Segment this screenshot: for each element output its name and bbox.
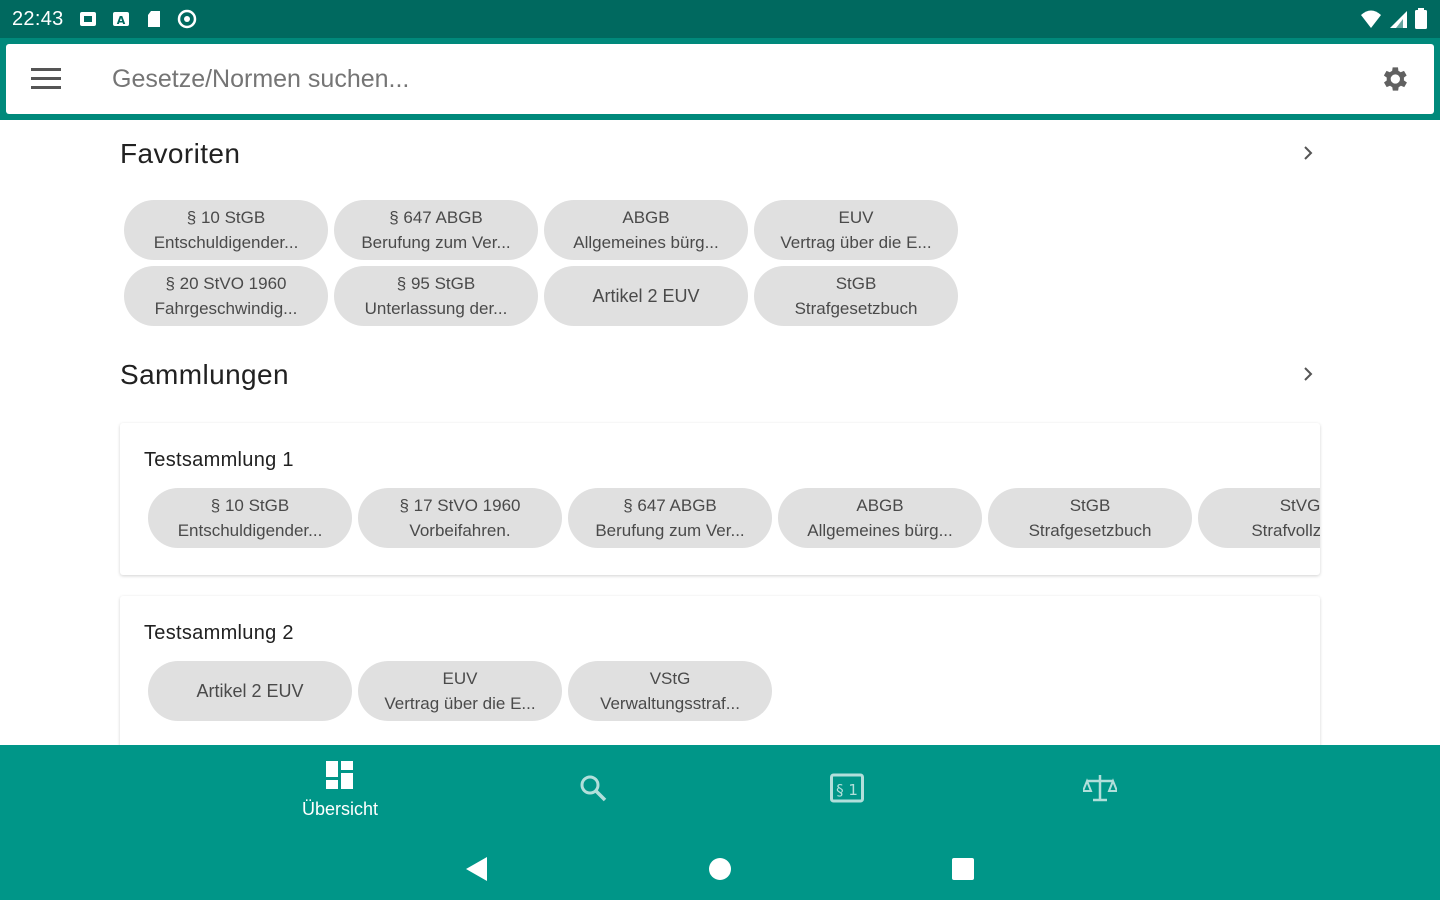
search-input[interactable]: Gesetze/Normen suchen... <box>112 65 1354 94</box>
favorite-chip[interactable]: § 20 StVO 1960 Fahrgeschwindig... <box>124 266 328 326</box>
favorite-chip[interactable]: § 10 StGB Entschuldigender... <box>124 200 328 260</box>
collection-chip[interactable]: Artikel 2 EUV <box>148 661 352 721</box>
back-icon[interactable] <box>456 849 496 889</box>
search-icon <box>578 773 608 808</box>
nav-item-paragraphs[interactable]: § 1 <box>787 745 907 835</box>
search-toolbar: Gesetze/Normen suchen... <box>0 38 1440 120</box>
favorite-chip[interactable]: ABGB Allgemeines bürg... <box>544 200 748 260</box>
notification-a-icon: A <box>111 9 131 29</box>
system-navigation <box>0 835 1440 900</box>
favorite-chip[interactable]: § 647 ABGB Berufung zum Ver... <box>334 200 538 260</box>
recents-icon[interactable] <box>943 849 983 889</box>
sd-card-icon <box>144 9 164 29</box>
battery-icon <box>1414 8 1428 35</box>
svg-text:A: A <box>116 14 125 27</box>
search-box[interactable]: Gesetze/Normen suchen... <box>6 44 1434 114</box>
favorite-chip[interactable]: EUV Vertrag über die E... <box>754 200 958 260</box>
favorite-chip[interactable]: Artikel 2 EUV <box>544 266 748 326</box>
collection-chip[interactable]: StVG Strafvollzugs <box>1198 488 1320 548</box>
nav-item-search[interactable] <box>533 745 653 835</box>
favorite-chip[interactable]: § 95 StGB Unterlassung der... <box>334 266 538 326</box>
collection-chip[interactable]: § 647 ABGB Berufung zum Ver... <box>568 488 772 548</box>
gear-icon[interactable] <box>1354 44 1434 114</box>
collection-title: Testsammlung 1 <box>144 449 294 471</box>
collections-title: Sammlungen <box>120 359 289 390</box>
favorite-chip[interactable]: StGB Strafgesetzbuch <box>754 266 958 326</box>
wifi-icon <box>1360 9 1382 34</box>
paragraph-book-icon: § 1 <box>830 773 864 808</box>
collection-chip[interactable]: § 17 StVO 1960 Vorbeifahren. <box>358 488 562 548</box>
signal-icon <box>1388 9 1408 34</box>
collection-card[interactable]: Testsammlung 1 § 10 StGB Entschuldigende… <box>120 423 1320 575</box>
collection-chip[interactable]: StGB Strafgesetzbuch <box>988 488 1192 548</box>
collection-title: Testsammlung 2 <box>144 622 294 644</box>
scales-icon <box>1081 773 1119 808</box>
favorites-title: Favoriten <box>120 138 241 169</box>
nav-label-overview: Übersicht <box>301 799 379 819</box>
collection-chip[interactable]: VStG Verwaltungsstraf... <box>568 661 772 721</box>
chevron-right-icon[interactable] <box>1296 362 1320 388</box>
bottom-navigation: Übersicht § 1 <box>0 745 1440 835</box>
sync-icon <box>177 9 197 29</box>
collection-chip[interactable]: EUV Vertrag über die E... <box>358 661 562 721</box>
nav-item-overview[interactable]: Übersicht <box>280 745 400 835</box>
collection-chip[interactable]: § 10 StGB Entschuldigender... <box>148 488 352 548</box>
nav-item-laws[interactable] <box>1040 745 1160 835</box>
status-bar: 22:43 A <box>0 0 1440 38</box>
status-time: 22:43 <box>12 7 64 30</box>
favorites-header[interactable]: Favoriten <box>120 134 1320 174</box>
notification-icon <box>78 9 98 29</box>
menu-icon[interactable] <box>6 44 86 114</box>
home-icon[interactable] <box>700 849 740 889</box>
collection-chip[interactable]: ABGB Allgemeines bürg... <box>778 488 982 548</box>
svg-text:§ 1: § 1 <box>836 781 858 799</box>
collections-header[interactable]: Sammlungen <box>120 355 1320 395</box>
dashboard-icon <box>325 760 355 795</box>
chevron-right-icon[interactable] <box>1296 141 1320 167</box>
